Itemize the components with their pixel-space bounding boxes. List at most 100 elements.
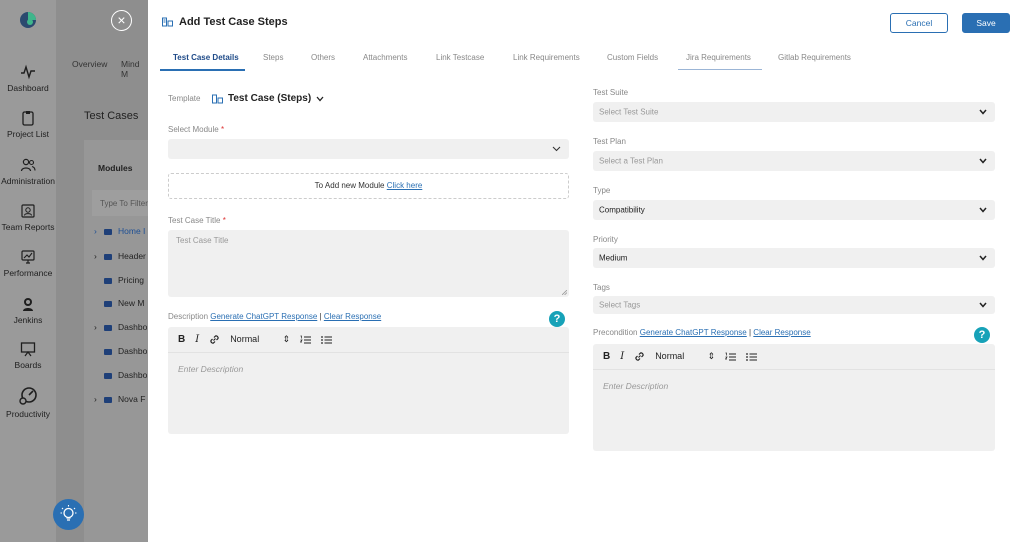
tags-placeholder: Select Tags — [599, 300, 641, 310]
nav-boards[interactable]: Boards — [0, 341, 56, 370]
tree-row-label: Header — [118, 251, 146, 261]
background-tree-row: › Nova F — [94, 394, 145, 404]
generate-chatgpt-link[interactable]: Generate ChatGPT Response — [640, 328, 747, 337]
type-select[interactable]: Compatibility — [593, 200, 995, 220]
caret-icon: › — [94, 394, 97, 404]
save-button[interactable]: Save — [962, 13, 1010, 33]
description-editor[interactable]: B I Normal ⇕ Enter Description — [168, 327, 569, 434]
italic-button[interactable]: I — [195, 334, 199, 345]
nav-team-reports[interactable]: Team Reports — [0, 203, 56, 232]
background-modules-header: Modules — [98, 163, 133, 173]
folder-icon — [104, 396, 112, 403]
bold-button[interactable]: B — [178, 334, 185, 345]
format-select[interactable]: Normal ⇕ — [655, 351, 715, 362]
background-title: Test Cases — [84, 110, 139, 122]
precondition-placeholder: Enter Description — [603, 381, 669, 391]
clear-response-link[interactable]: Clear Response — [753, 328, 810, 337]
background-tree-row: › Home I — [94, 226, 145, 236]
nav-productivity[interactable]: Productivity — [0, 386, 56, 419]
help-icon[interactable]: ? — [549, 311, 565, 327]
background-tree-row: New M — [94, 298, 144, 308]
jenkins-icon — [23, 298, 33, 311]
description-label: Description — [168, 312, 209, 321]
add-module-text: To Add new Module — [314, 181, 385, 190]
nav-jenkins[interactable]: Jenkins — [0, 296, 56, 325]
nav-label: Boards — [14, 360, 42, 370]
ordered-list-icon[interactable] — [300, 335, 312, 345]
tab-link-requirements[interactable]: Link Requirements — [513, 53, 580, 62]
italic-button[interactable]: I — [620, 351, 624, 362]
tab-attachments[interactable]: Attachments — [363, 53, 407, 62]
title-placeholder: Test Case Title — [176, 236, 229, 245]
tab-test-case-details[interactable]: Test Case Details — [173, 53, 239, 62]
nav-project-list[interactable]: Project List — [0, 110, 56, 139]
tab-others[interactable]: Others — [311, 53, 335, 62]
tab-gitlab-requirements[interactable]: Gitlab Requirements — [778, 53, 851, 62]
caret-icon: › — [94, 251, 97, 261]
link-icon[interactable] — [209, 334, 220, 345]
test-plan-select[interactable]: Select a Test Plan — [593, 151, 995, 171]
type-label: Type — [593, 186, 611, 195]
updown-icon: ⇕ — [707, 351, 716, 361]
close-icon[interactable]: × — [111, 10, 132, 31]
app-logo-icon[interactable] — [19, 11, 37, 29]
gauge-icon — [19, 387, 37, 405]
tab-link-testcase[interactable]: Link Testcase — [436, 53, 484, 62]
bold-button[interactable]: B — [603, 351, 610, 362]
chevron-down-icon — [979, 207, 987, 213]
background-tree-row: Pricing — [94, 275, 144, 285]
test-suite-select[interactable]: Select Test Suite — [593, 102, 995, 122]
lightbulb-button[interactable] — [53, 499, 84, 530]
generate-chatgpt-link[interactable]: Generate ChatGPT Response — [210, 312, 317, 321]
nav-label: Productivity — [6, 409, 50, 419]
tab-steps[interactable]: Steps — [263, 53, 283, 62]
help-icon[interactable]: ? — [974, 327, 990, 343]
precondition-label-row: Precondition Generate ChatGPT Response |… — [593, 328, 811, 337]
nav-dashboard[interactable]: Dashboard — [0, 64, 56, 93]
nav-performance[interactable]: Performance — [0, 249, 56, 278]
active-tab-indicator — [160, 69, 245, 71]
nav-label: Performance — [3, 268, 53, 278]
tree-row-label: Pricing — [118, 275, 144, 285]
performance-icon — [21, 250, 35, 264]
test-suite-placeholder: Select Test Suite — [599, 107, 659, 117]
folder-icon — [104, 277, 112, 284]
updown-icon: ⇕ — [282, 334, 291, 344]
tree-row-label: Home I — [118, 226, 146, 236]
background-tabs: Overview Mind M — [56, 44, 148, 88]
nav-label: Team Reports — [1, 222, 55, 232]
tree-row-label: New M — [118, 298, 145, 308]
resize-handle-icon[interactable] — [562, 290, 567, 295]
cancel-button[interactable]: Cancel — [890, 13, 948, 33]
ordered-list-icon[interactable] — [725, 352, 737, 362]
add-module-link[interactable]: Click here — [387, 181, 423, 190]
bullet-list-icon[interactable] — [321, 335, 333, 345]
folder-icon — [104, 253, 112, 260]
test-suite-label: Test Suite — [593, 88, 629, 97]
module-select[interactable] — [168, 139, 569, 159]
format-select[interactable]: Normal ⇕ — [230, 334, 290, 345]
nav-administration[interactable]: Administration — [0, 157, 56, 186]
clear-response-link[interactable]: Clear Response — [324, 312, 381, 321]
priority-select[interactable]: Medium — [593, 248, 995, 268]
modal-header: Add Test Case Steps — [162, 16, 288, 28]
caret-icon: › — [94, 322, 97, 332]
tags-select[interactable]: Select Tags — [593, 296, 995, 314]
test-case-title-input[interactable]: Test Case Title — [168, 230, 569, 297]
tab-jira-requirements[interactable]: Jira Requirements — [686, 53, 751, 62]
precondition-editor[interactable]: B I Normal ⇕ Enter Description — [593, 344, 995, 451]
tags-label: Tags — [593, 283, 610, 292]
chevron-down-icon — [979, 302, 987, 308]
link-icon[interactable] — [634, 351, 645, 362]
folder-icon — [104, 324, 112, 331]
bullet-list-icon[interactable] — [746, 352, 758, 362]
template-select[interactable]: Test Case (Steps) — [212, 93, 324, 104]
board-icon — [20, 342, 36, 357]
folder-icon — [104, 348, 112, 355]
chevron-down-icon — [316, 96, 324, 101]
background-tree-row: Dashbo — [94, 346, 147, 356]
users-icon — [20, 158, 36, 172]
nav-label: Project List — [6, 129, 50, 139]
tree-row-label: Dashbo — [118, 370, 148, 380]
tab-custom-fields[interactable]: Custom Fields — [607, 53, 658, 62]
